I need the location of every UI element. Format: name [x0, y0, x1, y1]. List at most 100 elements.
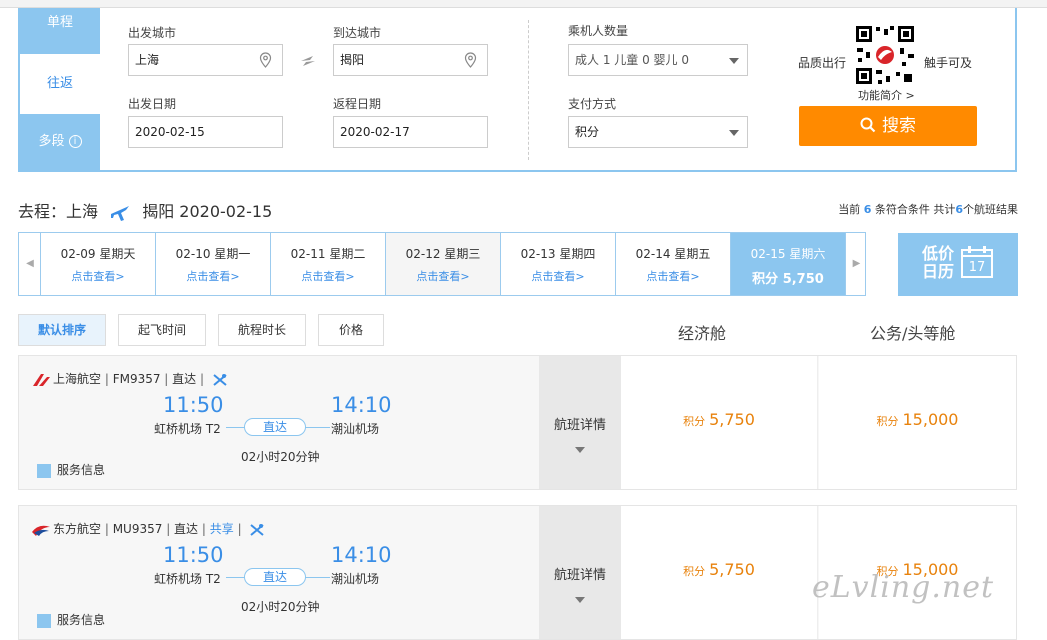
date-view-link: 点击查看> [186, 270, 240, 283]
pax-label: 乘机人数量 [568, 24, 629, 38]
calendar-day: 17 [968, 260, 986, 275]
date-label: 02-13 星期四 [520, 247, 596, 261]
arrival-time: 14:10 [331, 393, 392, 417]
direct-tag: 直达 [174, 522, 199, 536]
from-label: 出发城市 [128, 26, 177, 40]
sort-departure-time[interactable]: 起飞时间 [118, 314, 206, 346]
date-label: 02-12 星期三 [405, 247, 481, 261]
date-label: 02-11 星期二 [290, 247, 366, 261]
date-cell[interactable]: 02-11 星期二 点击查看> [270, 233, 385, 295]
business-price-cell[interactable]: 积分 15,000 [819, 356, 1016, 489]
flight-duration: 02小时20分钟 [241, 600, 320, 614]
payment-select[interactable]: 积分 [568, 116, 748, 148]
swap-cities-icon[interactable] [298, 51, 318, 71]
qr-code-icon [854, 24, 916, 86]
date-cell[interactable]: 02-10 星期一 点击查看> [155, 233, 270, 295]
low-price-calendar-button[interactable]: 低价 日历 17 [898, 233, 1018, 296]
meal-icon [213, 373, 227, 386]
date-label: 02-10 星期一 [175, 247, 251, 261]
economy-price-cell[interactable]: 积分 5,750 [621, 356, 818, 489]
service-info-link[interactable]: 服务信息 [37, 461, 105, 478]
next-dates-arrow[interactable]: ▶ [845, 233, 867, 295]
departure-time: 11:50 [163, 393, 224, 417]
tab-oneway[interactable]: 单程 [20, 8, 100, 54]
form-divider [528, 20, 529, 160]
economy-column-header: 经济舱 [678, 324, 727, 343]
airline-line: 上海航空 | FM9357 | 直达 | [31, 370, 228, 387]
payment-value: 积分 [575, 125, 600, 139]
date-cell[interactable]: 02-09 星期天 点击查看> [40, 233, 155, 295]
date-view-link: 点击查看> [301, 270, 355, 283]
count-total: 6 [955, 203, 963, 216]
airline-name: 上海航空 [53, 372, 102, 386]
prev-dates-arrow[interactable]: ◀ [19, 233, 41, 295]
passenger-select[interactable]: 成人 1 儿童 0 婴儿 0 [568, 44, 748, 76]
depart-date-input[interactable]: 2020-02-15 [128, 116, 283, 148]
business-price: 15,000 [902, 410, 959, 429]
date-cell-selected[interactable]: 02-15 星期六 积分 5,750 [730, 233, 845, 295]
departure-airport: 虹桥机场 T2 [154, 572, 221, 586]
shanghai-airlines-logo-icon [33, 373, 50, 386]
date-cell[interactable]: 02-13 星期四 点击查看> [500, 233, 615, 295]
sort-price[interactable]: 价格 [318, 314, 384, 346]
china-eastern-logo-icon [32, 525, 50, 536]
to-city-input[interactable]: 揭阳 [333, 44, 488, 76]
service-info-label: 服务信息 [57, 463, 106, 477]
feature-intro-link[interactable]: 功能简介 > [858, 87, 915, 103]
date-view-link: 点击查看> [646, 270, 700, 283]
tab-roundtrip[interactable]: 往返 [20, 54, 100, 114]
flight-card: 上海航空 | FM9357 | 直达 | 11:50 14:10 虹桥机场 T2… [18, 355, 1017, 490]
flight-detail-toggle[interactable]: 航班详情 [539, 506, 621, 639]
low-price-calendar-label: 低价 日历 [922, 245, 954, 281]
service-info-link[interactable]: 服务信息 [37, 611, 105, 628]
passenger-value: 成人 1 儿童 0 婴儿 0 [575, 53, 689, 67]
from-city-input[interactable]: 上海 [128, 44, 283, 76]
flight-number: MU9357 [112, 522, 163, 536]
points-prefix: 积分 [683, 565, 706, 578]
flight-info: 东方航空 | MU9357 | 直达 | 共享 | 11:50 14:10 虹桥… [19, 506, 539, 639]
count-post: 个航班结果 [963, 203, 1018, 216]
chevron-down-icon [729, 58, 739, 64]
flight-duration: 02小时20分钟 [241, 450, 320, 464]
browser-top-strip [0, 0, 1047, 8]
search-button[interactable]: 搜索 [799, 106, 977, 146]
date-cell[interactable]: 02-14 星期五 点击查看> [615, 233, 730, 295]
return-date-input[interactable]: 2020-02-17 [333, 116, 488, 148]
tab-multi[interactable]: 多段 i [20, 114, 100, 170]
flight-detail-label: 航班详情 [553, 568, 606, 583]
codeshare-tag[interactable]: 共享 [210, 522, 234, 536]
airline-name: 东方航空 [53, 522, 102, 536]
trip-type-tabs: 单程 往返 多段 i [20, 8, 100, 170]
arrival-time: 14:10 [331, 543, 392, 567]
arrival-airport: 潮汕机场 [331, 422, 380, 436]
flight-number: FM9357 [112, 372, 161, 386]
sort-duration[interactable]: 航程时长 [218, 314, 306, 346]
date-cell[interactable]: 02-12 星期三 点击查看> [385, 233, 500, 295]
result-count: 当前 6 条符合条件 共计6个航班结果 [838, 201, 1018, 217]
info-icon[interactable]: i [68, 135, 82, 148]
economy-price-cell[interactable]: 积分 5,750 [621, 506, 818, 639]
airline-line: 东方航空 | MU9357 | 直达 | 共享 | [31, 520, 265, 537]
date-label: 02-14 星期五 [635, 247, 711, 261]
direct-tag: 直达 [172, 372, 197, 386]
arrival-airport: 潮汕机场 [331, 572, 380, 586]
promo-quality: 品质出行 [798, 56, 847, 70]
flight-detail-label: 航班详情 [553, 418, 606, 433]
tab-multi-label: 多段 [38, 134, 65, 149]
sort-default[interactable]: 默认排序 [18, 314, 106, 346]
chevron-down-icon [729, 130, 739, 136]
business-column-header: 公务/头等舱 [870, 324, 956, 343]
to-city-value: 揭阳 [340, 53, 365, 67]
star-badge-icon [37, 463, 51, 478]
location-pin-icon [259, 52, 272, 68]
meal-icon [250, 523, 265, 536]
date-label: 02-09 星期天 [60, 247, 136, 261]
route-prefix: 去程：上海 [18, 202, 99, 221]
departure-time: 11:50 [163, 543, 224, 567]
location-pin-icon [464, 52, 477, 68]
lowcal-line1: 低价 [922, 244, 955, 263]
flight-detail-toggle[interactable]: 航班详情 [539, 356, 621, 489]
chevron-down-icon [575, 597, 585, 603]
date-strip: ◀ 02-09 星期天 点击查看> 02-10 星期一 点击查看> 02-11 星期… [18, 232, 866, 296]
date-view-link: 点击查看> [416, 270, 470, 283]
